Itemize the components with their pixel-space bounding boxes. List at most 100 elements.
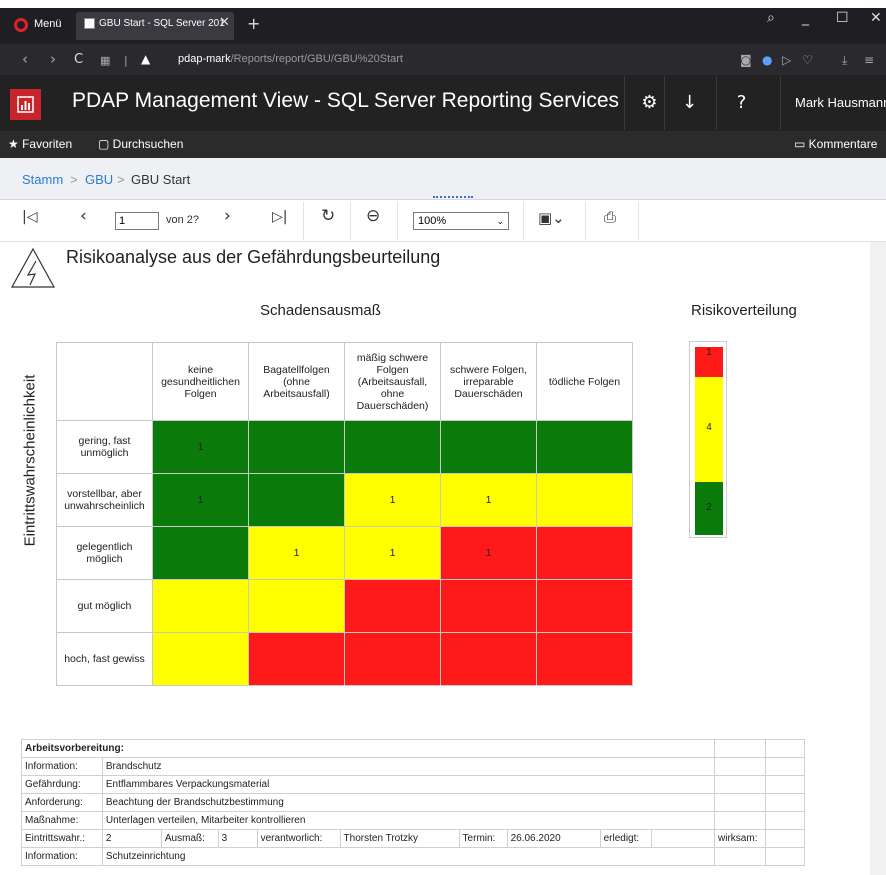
export-save-icon[interactable]: ▣⌄ bbox=[538, 209, 565, 227]
field-value: Thorsten Trotzky bbox=[339, 829, 460, 848]
table-row: Maßnahme: Unterlagen verteilen, Mitarbei… bbox=[21, 811, 805, 830]
toolbar-divider bbox=[585, 202, 586, 240]
refresh-icon[interactable]: ↻ bbox=[321, 206, 335, 226]
reload-icon[interactable]: C bbox=[74, 52, 83, 67]
field-value: 3 bbox=[217, 829, 258, 848]
risk-cell bbox=[536, 632, 633, 686]
risk-cell bbox=[248, 579, 345, 633]
easy-setup-icon[interactable]: ≡ bbox=[864, 53, 874, 67]
blank-cell bbox=[765, 829, 805, 848]
shield-icon[interactable]: ● bbox=[762, 53, 772, 67]
speed-dial-icon[interactable]: ▦ bbox=[100, 54, 110, 67]
download-icon[interactable]: ⤓ bbox=[842, 53, 847, 68]
field-label: Maßnahme: bbox=[21, 811, 103, 830]
risk-cell bbox=[248, 473, 345, 527]
previous-page-icon[interactable]: ‹ bbox=[80, 206, 87, 226]
risk-cell: 1 bbox=[440, 473, 537, 527]
help-icon[interactable]: ? bbox=[716, 76, 766, 130]
maximize-icon[interactable]: ☐ bbox=[836, 10, 849, 26]
app-title: PDAP Management View - SQL Server Report… bbox=[72, 89, 620, 112]
tab-close-icon[interactable]: ✕ bbox=[219, 15, 230, 30]
risk-cell bbox=[440, 579, 537, 633]
url-field[interactable]: pdap-mark/Reports/report/GBU/GBU%20Start bbox=[178, 53, 403, 65]
row-header: gelegentlich möglich bbox=[56, 526, 153, 580]
done-value bbox=[651, 829, 715, 848]
page-count-label: von 2? bbox=[166, 214, 200, 226]
field-label: Anforderung: bbox=[21, 793, 103, 812]
matrix-row: gering, fast unmöglich 1 bbox=[56, 420, 633, 474]
risk-cell: 1 bbox=[152, 473, 249, 527]
vertical-scrollbar[interactable] bbox=[870, 242, 886, 875]
risk-matrix: keine gesundheitlichen Folgen Bagatellfo… bbox=[56, 342, 633, 686]
favorites-button[interactable]: ★ Favoriten bbox=[8, 137, 72, 151]
star-icon: ★ bbox=[8, 137, 23, 151]
blank-cell bbox=[714, 739, 766, 758]
row-header: gut möglich bbox=[56, 579, 153, 633]
section-heading: Arbeitsvorbereitung: bbox=[21, 739, 715, 758]
separator-icon: | bbox=[124, 54, 128, 67]
table-row: Information: Brandschutz bbox=[21, 757, 805, 776]
opera-logo-icon[interactable] bbox=[14, 18, 28, 32]
window-close-icon[interactable]: ✕ bbox=[870, 10, 882, 26]
zoom-select[interactable]: 100% ⌄ bbox=[413, 212, 509, 230]
browser-search-icon[interactable]: ⌕ bbox=[767, 10, 775, 26]
last-page-icon[interactable]: ▷| bbox=[272, 209, 287, 225]
blank-cell bbox=[765, 847, 805, 866]
minimize-icon[interactable]: _ bbox=[802, 10, 809, 26]
matrix-corner bbox=[56, 342, 153, 421]
breadcrumb-gbu[interactable]: GBU bbox=[85, 172, 113, 187]
breadcrumb-separator: > bbox=[70, 172, 78, 187]
column-header: schwere Folgen, irreparable Dauerschäden bbox=[440, 342, 537, 421]
blank-cell bbox=[714, 757, 766, 776]
risk-cell bbox=[440, 632, 537, 686]
browser-menu-button[interactable]: Menü bbox=[34, 18, 62, 30]
report-title: Risikoanalyse aus der Gefährdungsbeurtei… bbox=[66, 247, 441, 267]
forward-icon[interactable]: › bbox=[50, 50, 56, 68]
x-axis-title: Schadensausmaß bbox=[260, 302, 381, 319]
new-tab-button[interactable]: + bbox=[247, 14, 260, 33]
back-to-parent-icon[interactable]: ⊖ bbox=[366, 206, 380, 226]
warning-icon[interactable]: ▲ bbox=[141, 52, 150, 66]
field-value: Beachtung der Brandschutzbestimmung bbox=[101, 793, 716, 812]
field-label: verantworlich: bbox=[256, 829, 341, 848]
blank-cell bbox=[714, 775, 766, 794]
ssrs-logo-icon[interactable] bbox=[10, 89, 41, 120]
toolbar-divider bbox=[523, 202, 524, 240]
risk-cell bbox=[152, 526, 249, 580]
risk-cell bbox=[152, 632, 249, 686]
first-page-icon[interactable]: |◁ bbox=[22, 209, 37, 225]
blank-cell bbox=[765, 739, 805, 758]
table-row: Gefährdung: Entflammbares Verpackungsmat… bbox=[21, 775, 805, 794]
matrix-row: gelegentlich möglich 1 1 1 bbox=[56, 526, 633, 580]
window-top-edge bbox=[0, 0, 886, 8]
back-icon[interactable]: ‹ bbox=[22, 50, 28, 68]
distribution-segment-yellow: 4 bbox=[695, 377, 723, 482]
next-page-icon[interactable]: › bbox=[224, 206, 231, 226]
field-value: 26.06.2020 bbox=[506, 829, 601, 848]
comments-button[interactable]: ▭ Kommentare bbox=[794, 137, 877, 151]
risk-cell: 1 bbox=[248, 526, 345, 580]
user-menu[interactable]: Mark Hausmann bbox=[780, 76, 886, 130]
bar-chart-icon bbox=[17, 96, 34, 113]
risk-cell bbox=[344, 579, 441, 633]
toolbar-divider bbox=[638, 202, 639, 240]
send-icon[interactable]: ▷ bbox=[782, 53, 791, 67]
page-number-input[interactable]: 1 bbox=[115, 212, 159, 230]
field-value: Brandschutz bbox=[101, 757, 716, 776]
blank-cell bbox=[765, 811, 805, 830]
browse-button[interactable]: ▢ Durchsuchen bbox=[98, 137, 183, 151]
matrix-header-row: keine gesundheitlichen Folgen Bagatellfo… bbox=[56, 342, 633, 421]
field-value: Unterlagen verteilen, Mitarbeiter kontro… bbox=[101, 811, 716, 830]
heart-icon[interactable]: ♡ bbox=[802, 53, 813, 67]
y-axis-title: Eintrittswahrscheinlichkeit bbox=[21, 374, 39, 547]
download-button-icon[interactable]: ↓ bbox=[664, 76, 714, 130]
blank-cell bbox=[714, 847, 766, 866]
breadcrumb-home[interactable]: Stamm bbox=[22, 172, 63, 187]
report-favicon-icon bbox=[84, 18, 95, 29]
camera-icon[interactable]: ◙ bbox=[740, 53, 752, 67]
toolbar-divider bbox=[397, 202, 398, 240]
print-icon[interactable]: ⎙ bbox=[604, 208, 616, 226]
blank-cell bbox=[765, 775, 805, 794]
breadcrumb-current: GBU Start bbox=[131, 172, 191, 187]
toolbar-divider bbox=[303, 202, 304, 240]
